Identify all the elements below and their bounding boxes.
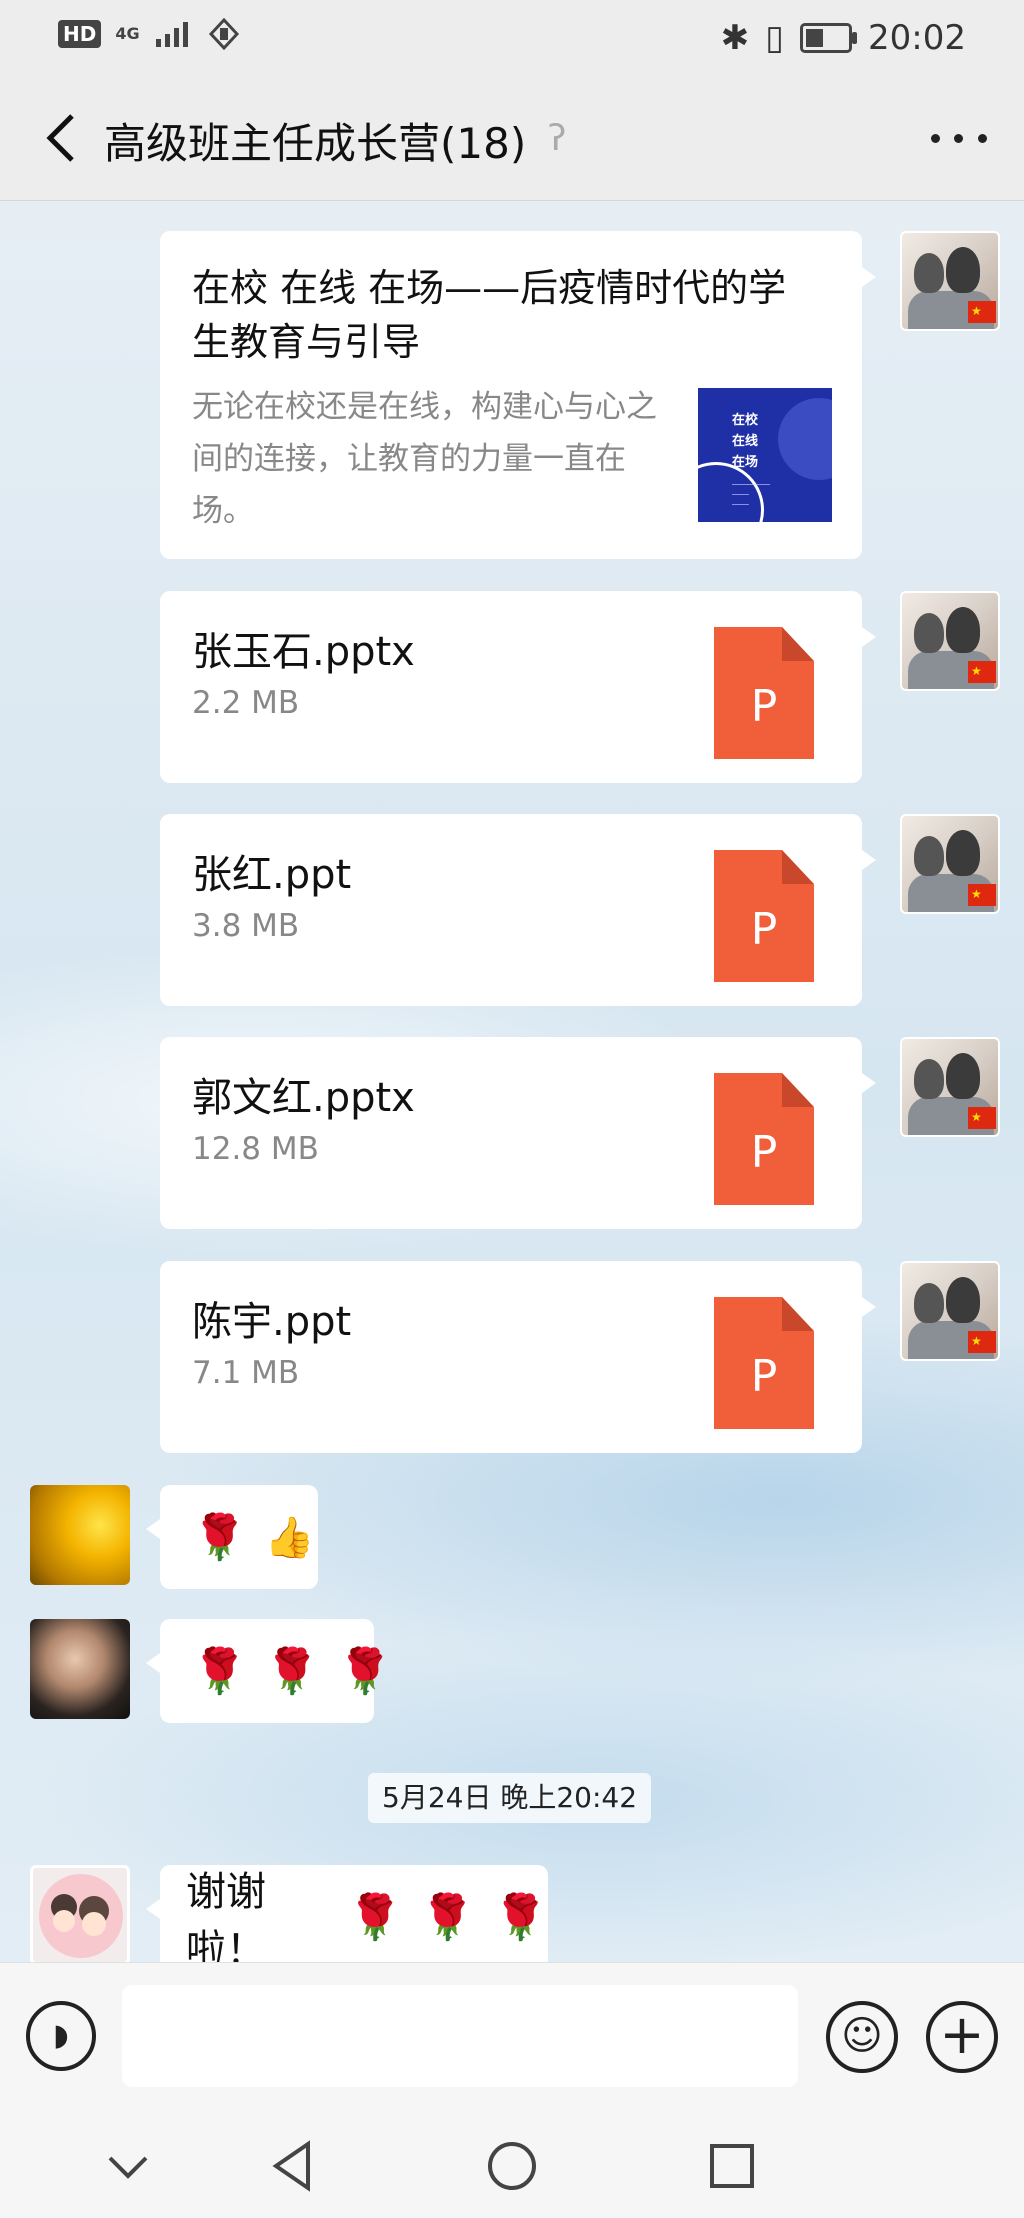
emoji-message[interactable]: 🌹 🌹 🌹	[146, 1619, 392, 1723]
link-card-message[interactable]: 在校 在线 在场——后疫情时代的学生教育与引导 无论在校还是在线，构建心与心之间…	[160, 231, 876, 559]
dot-icon	[977, 133, 987, 143]
nav-back-icon[interactable]	[262, 2134, 326, 2198]
chat-messages[interactable]: 在校 在线 在场——后疫情时代的学生教育与引导 无论在校还是在线，构建心与心之间…	[0, 201, 1024, 1962]
hd-badge: HD	[58, 20, 102, 48]
avatar[interactable]	[30, 1865, 130, 1962]
thumb-line: 在线	[732, 434, 759, 449]
more-options-button[interactable]	[924, 106, 994, 170]
chevron-down-icon[interactable]	[96, 2134, 160, 2198]
file-name: 张玉石.pptx	[192, 629, 415, 675]
ppt-file-icon: P	[714, 1297, 814, 1429]
system-navigation	[0, 2114, 1024, 2218]
avatar[interactable]: ★	[900, 1261, 1000, 1361]
rose-icon: 🌹	[337, 1646, 393, 1697]
file-message[interactable]: 郭文红.pptx 12.8 MB P	[160, 1037, 876, 1229]
thumb-line: 在校	[732, 413, 759, 428]
chat-header: 高级班主任成长营(18) ʔ	[0, 76, 1024, 201]
ppt-letter: P	[750, 1351, 778, 1402]
link-title: 在校 在线 在场——后疫情时代的学生教育与引导	[192, 266, 787, 364]
file-message[interactable]: 陈宇.ppt 7.1 MB P	[160, 1261, 876, 1453]
input-bar: ◗ ☺ +	[0, 1962, 1024, 2115]
emoji-icon[interactable]: ☺	[826, 2001, 898, 2073]
message-input[interactable]	[122, 1985, 798, 2087]
avatar[interactable]: ★	[900, 814, 1000, 914]
message-text: 谢谢啦！	[186, 1869, 266, 1962]
ppt-file-icon: P	[714, 1073, 814, 1205]
network-indicator: 4G	[115, 24, 140, 43]
avatar[interactable]: ★	[900, 591, 1000, 691]
ppt-letter: P	[750, 1127, 778, 1178]
rose-icon: 🌹	[264, 1646, 320, 1697]
rose-icon: 🌹	[420, 1892, 476, 1943]
dot-icon	[954, 133, 964, 143]
avatar[interactable]	[30, 1619, 130, 1719]
file-name: 郭文红.pptx	[192, 1075, 415, 1121]
thumb-line: 在场	[732, 455, 759, 470]
file-name: 张红.ppt	[192, 852, 352, 898]
thumbs-up-icon: 👍	[264, 1514, 315, 1561]
back-arrow-icon[interactable]	[32, 106, 96, 170]
emoji-message[interactable]: 🌹 👍	[146, 1485, 318, 1589]
ppt-file-icon: P	[714, 627, 814, 759]
bluetooth-icon: ✱	[720, 18, 750, 58]
file-size: 12.8 MB	[192, 1131, 319, 1167]
vibrate-icon: ▯	[765, 18, 785, 58]
ppt-letter: P	[750, 681, 778, 732]
file-name: 陈宇.ppt	[192, 1299, 352, 1345]
rose-icon: 🌹	[347, 1892, 403, 1943]
message-timestamp: 5月24日 晚上20:42	[368, 1773, 652, 1823]
status-left: HD 4G	[58, 18, 240, 50]
ppt-file-icon: P	[714, 850, 814, 982]
avatar[interactable]: ★	[900, 231, 1000, 331]
rose-icon: 🌹	[192, 1646, 247, 1697]
rose-icon: 🌹	[192, 1512, 247, 1563]
status-right: ✱ ▯ 20:02	[721, 18, 966, 58]
battery-icon	[800, 23, 858, 53]
ppt-letter: P	[750, 904, 778, 955]
file-message[interactable]: 张玉石.pptx 2.2 MB P	[160, 591, 876, 783]
link-thumbnail: 在校 在线 在场 ───────── ──── ────	[698, 388, 832, 522]
file-size: 3.8 MB	[192, 908, 300, 944]
signal-icon	[155, 22, 188, 47]
nav-recent-icon[interactable]	[700, 2134, 764, 2198]
ear-mute-icon: ʔ	[548, 118, 567, 159]
avatar[interactable]: ★	[900, 1037, 1000, 1137]
dot-icon	[931, 133, 941, 143]
plus-icon[interactable]: +	[926, 2001, 998, 2073]
file-size: 2.2 MB	[192, 685, 300, 721]
hand-icon	[208, 18, 239, 50]
text-message[interactable]: 谢谢啦！ 🌹 🌹 🌹	[146, 1865, 548, 1962]
voice-icon[interactable]: ◗	[26, 2001, 96, 2071]
avatar[interactable]	[30, 1485, 130, 1585]
status-bar: HD 4G ✱ ▯ 20:02	[0, 0, 1024, 76]
chat-title: 高级班主任成长营(18)	[104, 119, 527, 168]
rose-icon: 🌹	[493, 1892, 548, 1943]
file-size: 7.1 MB	[192, 1355, 300, 1391]
nav-home-icon[interactable]	[480, 2134, 544, 2198]
link-description: 无论在校还是在线，构建心与心之间的连接，让教育的力量一直在场。	[192, 389, 657, 529]
file-message[interactable]: 张红.ppt 3.8 MB P	[160, 814, 876, 1006]
status-time: 20:02	[868, 18, 966, 58]
